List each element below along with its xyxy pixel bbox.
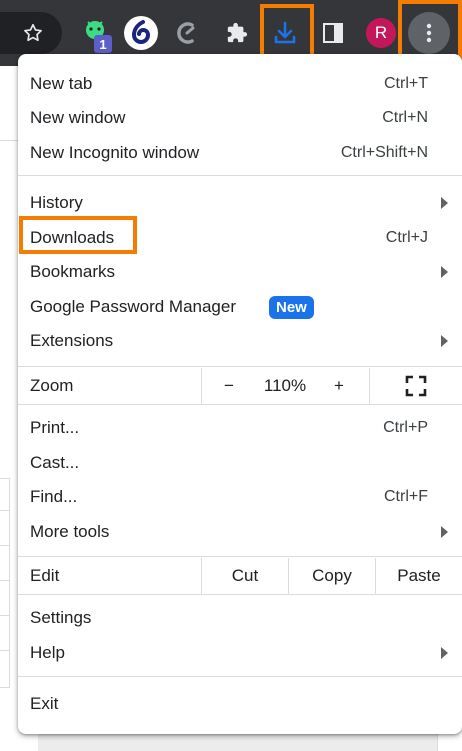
zoom-row: Zoom − 110% + bbox=[18, 368, 462, 404]
menu-item-settings[interactable]: Settings bbox=[18, 601, 462, 635]
menu-item-new-window[interactable]: New window Ctrl+N bbox=[18, 101, 462, 135]
download-icon[interactable] bbox=[264, 12, 306, 54]
menu-item-history[interactable]: History bbox=[18, 186, 462, 220]
menu-item-cast[interactable]: Cast... bbox=[18, 446, 462, 480]
zoom-in-button[interactable]: + bbox=[324, 368, 354, 404]
menu-item-extensions[interactable]: Extensions bbox=[18, 324, 462, 358]
menu-item-label: Print... bbox=[30, 418, 80, 437]
submenu-arrow-icon bbox=[441, 197, 448, 209]
profile-avatar[interactable]: R bbox=[360, 12, 402, 54]
zoom-label: Zoom bbox=[30, 376, 74, 395]
menu-divider bbox=[18, 556, 462, 557]
side-panel-icon[interactable] bbox=[312, 12, 354, 54]
menu-item-label: New tab bbox=[30, 74, 93, 93]
menu-item-downloads[interactable]: Downloads Ctrl+J bbox=[18, 221, 462, 255]
submenu-arrow-icon bbox=[441, 335, 448, 347]
menu-item-label: Exit bbox=[30, 694, 59, 713]
dolphin-extension-icon[interactable] bbox=[120, 12, 162, 54]
menu-divider bbox=[18, 175, 462, 176]
new-badge: New bbox=[269, 296, 314, 319]
menu-item-exit[interactable]: Exit bbox=[18, 687, 462, 721]
menu-item-label: Cast... bbox=[30, 453, 80, 472]
shortcut-label: Ctrl+J bbox=[385, 229, 428, 246]
menu-item-print[interactable]: Print... Ctrl+P bbox=[18, 411, 462, 445]
star-icon[interactable] bbox=[12, 12, 54, 54]
more-menu-icon[interactable] bbox=[408, 12, 450, 54]
avatar-letter: R bbox=[366, 18, 396, 48]
menu-divider bbox=[18, 404, 462, 405]
menu-item-bookmarks[interactable]: Bookmarks bbox=[18, 255, 462, 289]
menu-item-new-tab[interactable]: New tab Ctrl+T bbox=[18, 67, 462, 101]
menu-item-label: New window bbox=[30, 108, 126, 127]
menu-divider bbox=[18, 676, 462, 677]
paste-button[interactable]: Paste bbox=[376, 558, 462, 594]
page-footer-area bbox=[38, 734, 438, 751]
zoom-divider bbox=[369, 368, 370, 404]
menu-item-new-incognito[interactable]: New Incognito window Ctrl+Shift+N bbox=[18, 136, 462, 170]
menu-divider bbox=[18, 594, 462, 595]
submenu-arrow-icon bbox=[441, 526, 448, 538]
menu-item-label: Bookmarks bbox=[30, 262, 116, 281]
menu-item-label: More tools bbox=[30, 522, 110, 541]
menu-item-label: Extensions bbox=[30, 331, 114, 350]
shortcut-label: Ctrl+T bbox=[384, 75, 428, 92]
zoom-divider bbox=[201, 368, 202, 404]
fullscreen-icon[interactable] bbox=[396, 368, 436, 404]
chrome-main-menu: New tab Ctrl+T New window Ctrl+N New Inc… bbox=[18, 54, 462, 734]
extension-badge: 1 bbox=[94, 35, 112, 53]
menu-item-label: Find... bbox=[30, 487, 78, 506]
menu-item-help[interactable]: Help bbox=[18, 636, 462, 670]
menu-divider bbox=[18, 366, 462, 367]
shortcut-label: Ctrl+F bbox=[384, 488, 428, 505]
zoom-out-button[interactable]: − bbox=[214, 368, 244, 404]
menu-item-more-tools[interactable]: More tools bbox=[18, 515, 462, 549]
edit-label: Edit bbox=[30, 566, 60, 585]
shortcut-label: Ctrl+N bbox=[382, 109, 428, 126]
menu-item-find[interactable]: Find... Ctrl+F bbox=[18, 480, 462, 514]
submenu-arrow-icon bbox=[441, 266, 448, 278]
puzzle-extensions-icon[interactable] bbox=[216, 12, 258, 54]
menu-item-label: New Incognito window bbox=[30, 143, 200, 162]
submenu-arrow-icon bbox=[441, 647, 448, 659]
menu-item-label: History bbox=[30, 193, 83, 212]
menu-item-label: Google Password Manager bbox=[30, 297, 237, 316]
cut-button[interactable]: Cut bbox=[202, 558, 288, 594]
menu-item-label: Help bbox=[30, 643, 65, 662]
crescent-extension-icon[interactable] bbox=[166, 12, 208, 54]
shortcut-label: Ctrl+P bbox=[383, 419, 428, 436]
shortcut-label: Ctrl+Shift+N bbox=[340, 144, 428, 161]
zoom-level: 110% bbox=[263, 376, 307, 395]
edit-row: Edit Cut Copy Paste bbox=[18, 558, 462, 594]
copy-button[interactable]: Copy bbox=[289, 558, 375, 594]
android-extension-icon[interactable]: 1 bbox=[74, 12, 116, 54]
menu-item-label: Settings bbox=[30, 608, 92, 627]
menu-item-label: Downloads bbox=[30, 228, 115, 247]
menu-item-password-manager[interactable]: Google Password Manager New bbox=[18, 290, 462, 324]
